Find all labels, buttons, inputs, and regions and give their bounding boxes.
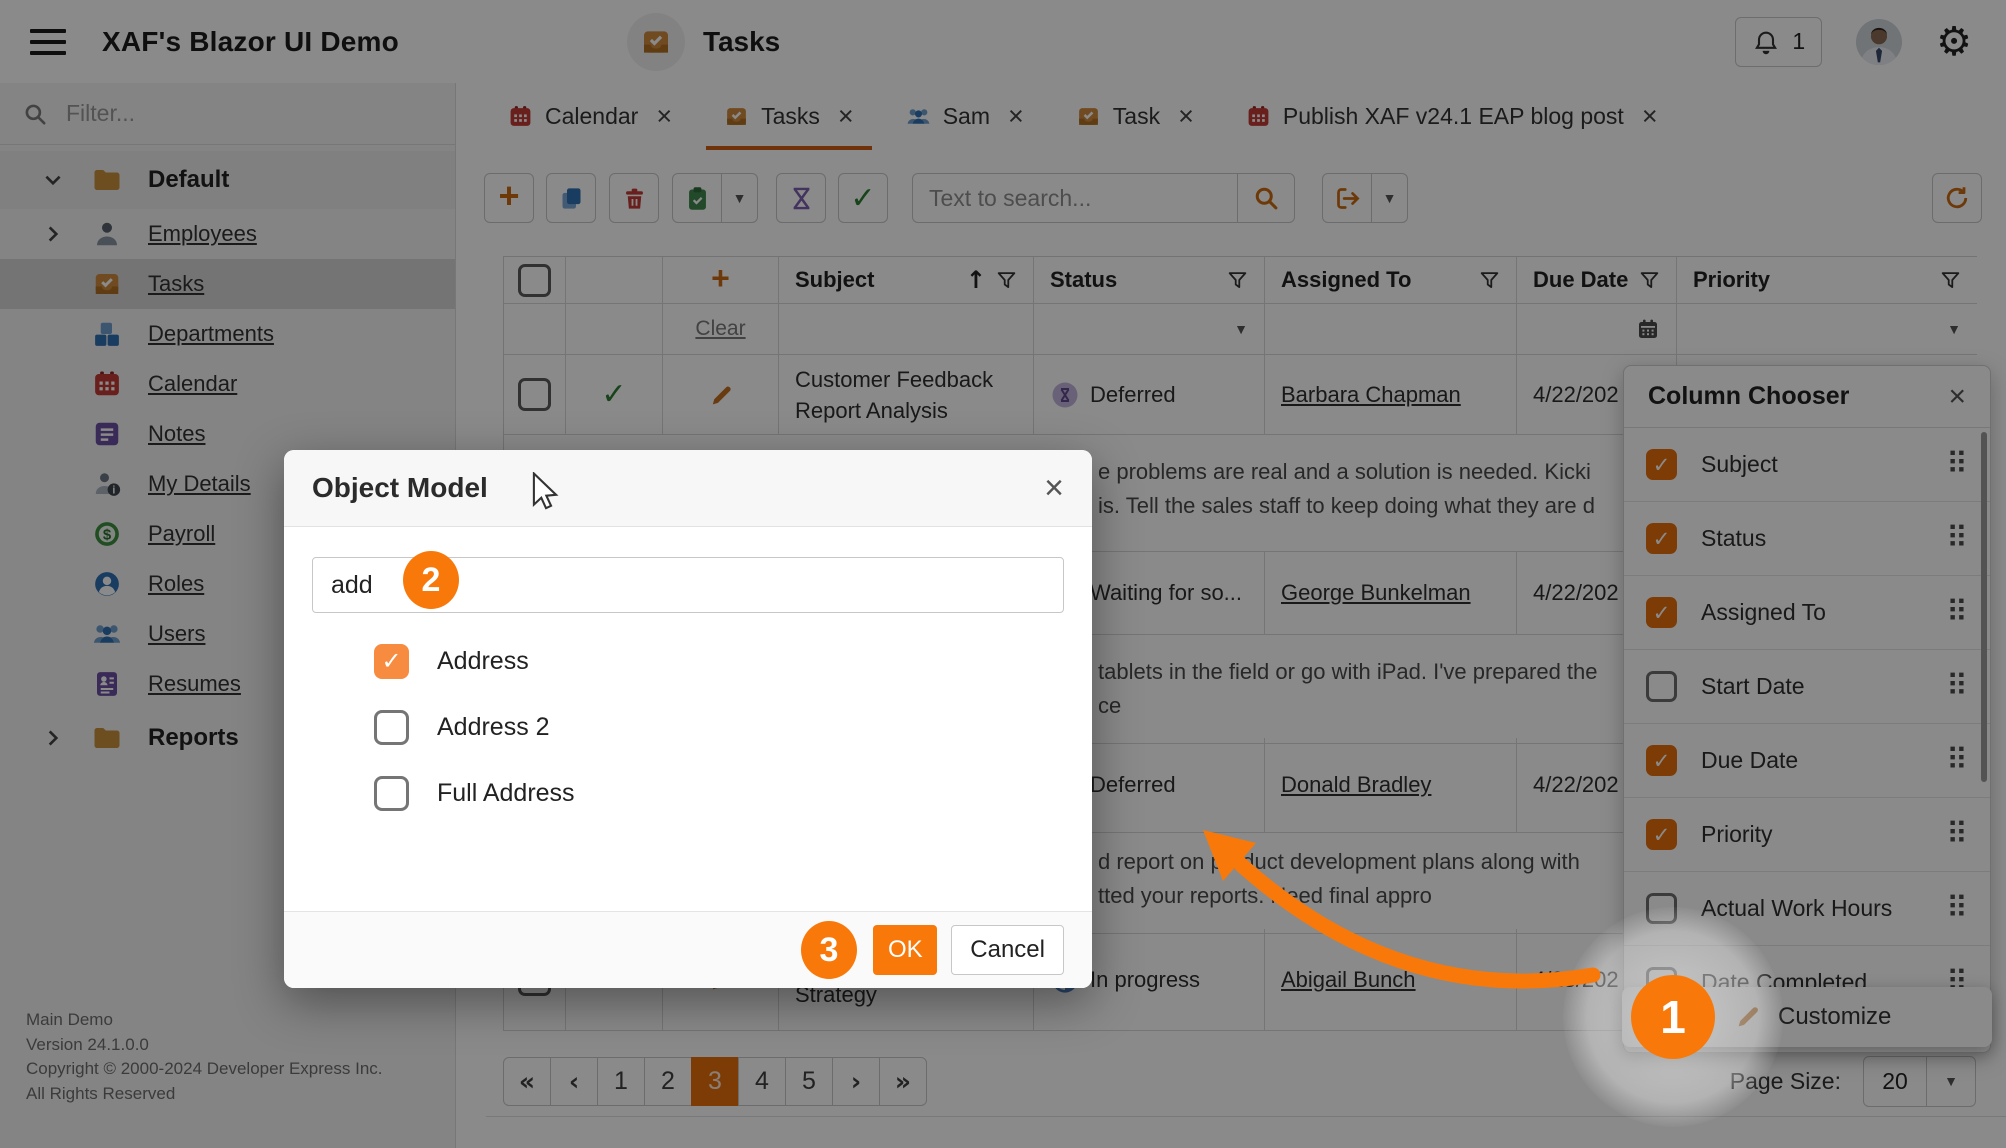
option-address-2[interactable]: Address 2: [374, 709, 1064, 745]
dialog-title: Object Model: [312, 472, 488, 503]
step-badge-2: 2: [403, 551, 459, 609]
object-model-dialog: Object Model × ✓ Address Address 2 Full …: [284, 450, 1092, 988]
option-full-address[interactable]: Full Address: [374, 775, 1064, 811]
checkbox-checked[interactable]: ✓: [374, 643, 409, 679]
option-address[interactable]: ✓ Address: [374, 643, 1064, 679]
option-label: Address: [437, 646, 529, 675]
step-badge-3: 3: [801, 921, 857, 979]
option-label: Address 2: [437, 712, 550, 741]
step-badge-1: 1: [1631, 975, 1715, 1059]
cancel-button[interactable]: Cancel: [951, 925, 1064, 975]
ok-button[interactable]: OK: [873, 925, 938, 975]
checkbox-unchecked[interactable]: [374, 709, 409, 745]
checkbox-unchecked[interactable]: [374, 775, 409, 811]
close-icon[interactable]: ×: [1044, 471, 1064, 505]
option-label: Full Address: [437, 778, 575, 807]
